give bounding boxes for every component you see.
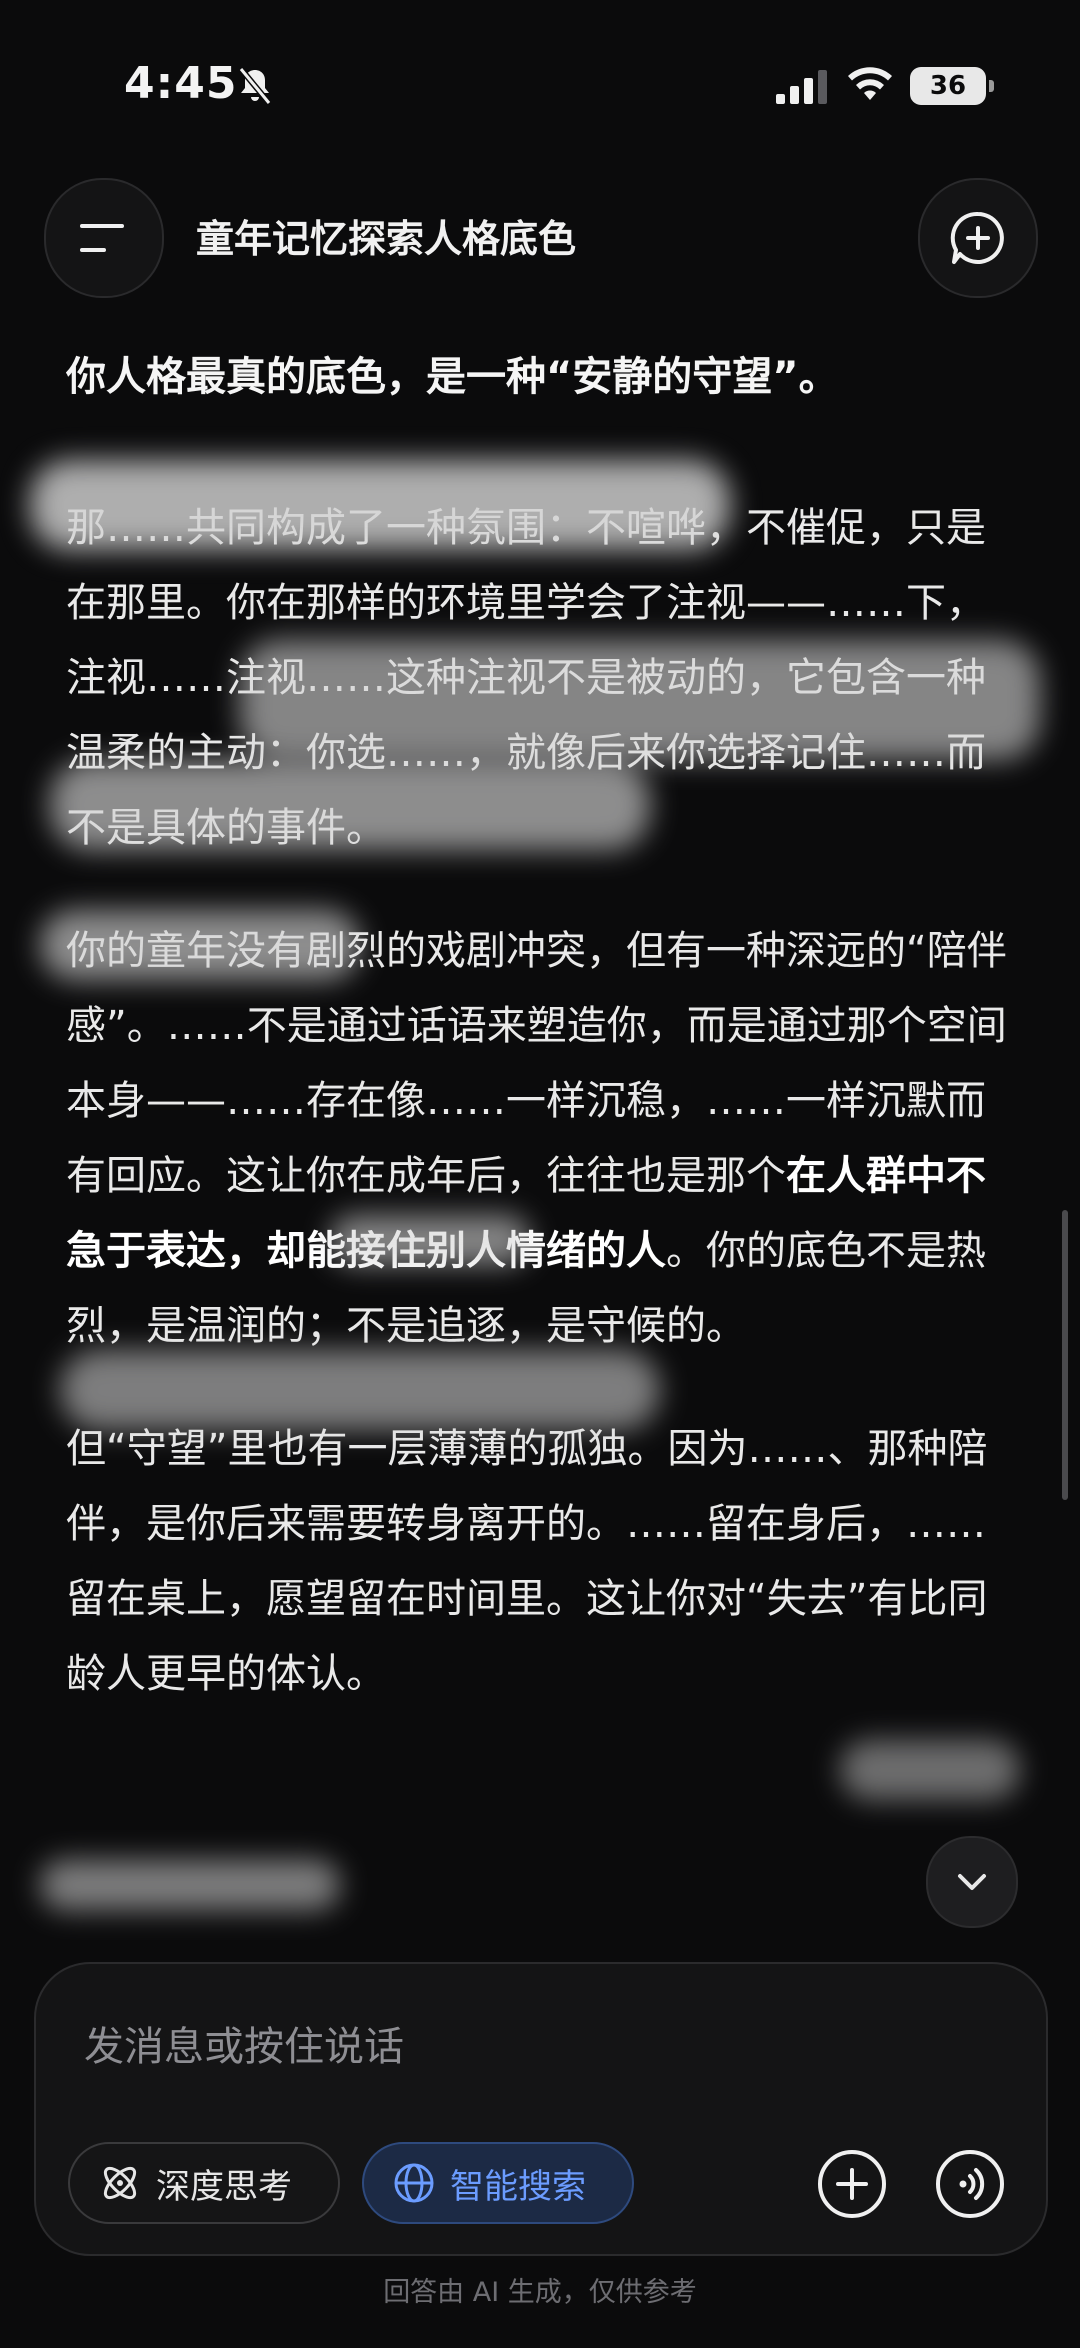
- redaction-blur: [30, 460, 730, 550]
- scroll-to-bottom-button[interactable]: [926, 1836, 1018, 1928]
- deep-think-label: 深度思考: [156, 2166, 292, 2207]
- redaction-blur: [330, 1215, 530, 1265]
- signal-icon: [776, 70, 827, 104]
- new-chat-button[interactable]: [918, 178, 1038, 298]
- redaction-blur: [240, 640, 1040, 760]
- chevron-down-icon: [958, 1874, 986, 1890]
- globe-icon: [394, 2163, 434, 2203]
- assistant-message: 你人格最真的底色，是一种“安静的守望”。 那……共同构成了一种氛围：不喧哗，不催…: [66, 340, 1016, 1940]
- message-paragraph-2: 你的童年没有剧烈的戏剧冲突，但有一种深远的“陪伴感”。……不是通过话语来塑造你，…: [66, 914, 1016, 1364]
- redaction-blur: [40, 1860, 340, 1910]
- redaction-blur: [50, 760, 650, 850]
- atom-icon: [103, 2166, 137, 2200]
- redaction-blur: [40, 910, 360, 980]
- message-paragraph-3: 但“守望”里也有一层薄薄的孤独。因为……、那种陪伴，是你后来需要转身离开的。………: [66, 1426, 988, 1697]
- status-bar: 4:45 36: [0, 0, 1080, 170]
- new-chat-icon: [950, 211, 1004, 264]
- ai-disclaimer: 回答由 AI 生成，仅供参考: [383, 2277, 697, 2308]
- smart-search-label: 智能搜索: [450, 2166, 586, 2207]
- bell-muted-icon: [238, 67, 272, 105]
- menu-button[interactable]: [44, 178, 164, 298]
- redaction-blur: [840, 1740, 1020, 1800]
- conversation-title: 童年记忆探索人格底色: [196, 217, 577, 261]
- add-attachment-button[interactable]: [816, 2148, 888, 2220]
- battery-indicator: 36: [910, 67, 994, 105]
- scrollbar[interactable]: [1062, 1210, 1068, 1500]
- message-heading: 你人格最真的底色，是一种“安静的守望”。: [66, 354, 839, 400]
- message-input[interactable]: 发消息或按住说话: [84, 2014, 404, 2072]
- message-composer[interactable]: 发消息或按住说话 深度思考 智能搜索: [34, 1962, 1048, 2256]
- smart-search-toggle[interactable]: 智能搜索: [362, 2142, 634, 2224]
- menu-icon: [80, 224, 124, 252]
- plus-icon: [818, 2150, 886, 2218]
- deep-think-toggle[interactable]: 深度思考: [68, 2142, 340, 2224]
- status-time: 4:45: [124, 58, 238, 109]
- voice-icon: [936, 2150, 1004, 2218]
- wifi-icon: [848, 67, 892, 100]
- redaction-blur: [60, 1350, 660, 1430]
- voice-call-button[interactable]: [934, 2148, 1006, 2220]
